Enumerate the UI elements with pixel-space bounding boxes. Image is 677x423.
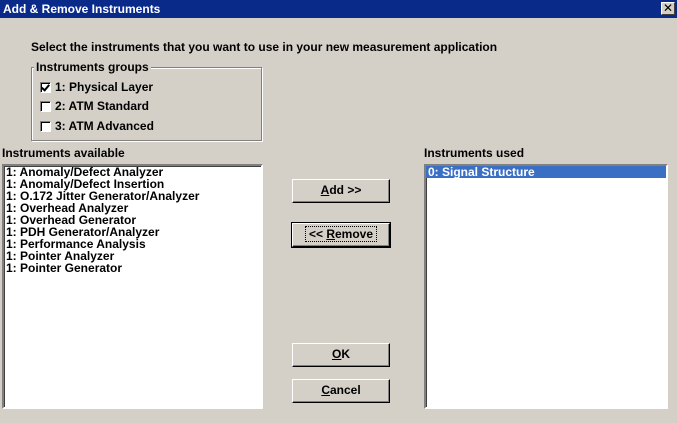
close-button[interactable]: ✕ <box>661 2 675 15</box>
used-items: 0: Signal Structure <box>426 166 666 178</box>
add-button[interactable]: Add >> <box>292 179 390 203</box>
remove-button-label: << Remove <box>304 226 378 242</box>
available-items: 1: Anomaly/Defect Analyzer 1: Anomaly/Def… <box>4 166 261 274</box>
close-icon: ✕ <box>662 1 674 15</box>
checkbox-label: 1: Physical Layer <box>55 80 154 94</box>
checkbox-box[interactable] <box>40 81 51 93</box>
cancel-button-label: Cancel <box>321 383 361 397</box>
instruments-groups-legend: Instruments groups <box>34 60 151 74</box>
instruments-used-label: Instruments used <box>424 146 525 160</box>
instruments-available-list[interactable]: 1: Anomaly/Defect Analyzer 1: Anomaly/Def… <box>2 164 263 409</box>
checkbox-label: 2: ATM Standard <box>55 99 150 113</box>
group-checkbox-atm-standard[interactable]: 2: ATM Standard <box>40 99 149 113</box>
list-item[interactable]: 1: Pointer Generator <box>4 262 261 274</box>
checkbox-box[interactable] <box>40 100 51 112</box>
instructions-text: Select the instruments that you want to … <box>31 40 498 54</box>
title-bar: Add & Remove Instruments ✕ <box>0 0 677 18</box>
group-checkbox-physical-layer[interactable]: 1: Physical Layer <box>40 80 153 94</box>
instruments-available-label: Instruments available <box>2 146 125 160</box>
remove-button[interactable]: << Remove <box>291 222 391 248</box>
ok-button-label: OK <box>331 347 350 361</box>
list-item[interactable]: 0: Signal Structure <box>426 166 666 178</box>
add-button-label: Add >> <box>320 183 362 197</box>
instruments-used-list[interactable]: 0: Signal Structure <box>424 164 668 409</box>
window-title: Add & Remove Instruments <box>3 2 161 16</box>
checkbox-box[interactable] <box>40 120 51 132</box>
group-checkbox-atm-advanced[interactable]: 3: ATM Advanced <box>40 119 154 133</box>
ok-button[interactable]: OK <box>292 343 390 367</box>
cancel-button[interactable]: Cancel <box>292 379 390 403</box>
checkbox-label: 3: ATM Advanced <box>55 119 154 133</box>
